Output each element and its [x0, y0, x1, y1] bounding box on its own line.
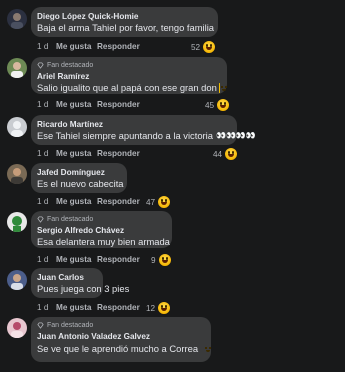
- avatar[interactable]: [7, 9, 27, 29]
- comment-bubble: Juan Carlos Pues juega con 3 pies: [31, 268, 130, 298]
- comment-text: Salio igualito que al papá con ese gran …: [37, 82, 227, 94]
- reaction-count-value: 45: [205, 100, 215, 110]
- reaction-count-value: 47: [146, 197, 156, 207]
- fan-badge: Fan destacado: [37, 215, 164, 224]
- avatar[interactable]: [7, 117, 27, 137]
- fan-badge-label: Fan destacado: [47, 62, 94, 69]
- laughing-emoji-icon: [157, 195, 172, 209]
- comment-bubble: Fan destacado Sergio Alfredo Chávez Esa …: [31, 211, 172, 248]
- comment-text: Pues juega con 3 pies: [37, 283, 130, 294]
- eyes-emoji-text: 👀👀👀👀: [215, 131, 256, 140]
- comment-bubble: Ricardo Martínez Ese Tahiel siempre apun…: [31, 115, 256, 145]
- reaction-count-value: 9: [151, 255, 156, 265]
- reply-button[interactable]: Responder: [97, 197, 140, 206]
- laughing-emoji-icon: [216, 98, 231, 112]
- reply-button[interactable]: Responder: [97, 303, 140, 312]
- like-button[interactable]: Me gusta: [56, 149, 97, 158]
- avatar[interactable]: [7, 212, 27, 232]
- comment-actions: 1 d Me gusta Responder: [37, 303, 140, 312]
- reaction-count[interactable]: 12: [146, 301, 172, 315]
- comment-time[interactable]: 1 d: [37, 303, 56, 312]
- laughing-emoji-icon: [157, 253, 172, 267]
- avatar[interactable]: [7, 164, 27, 184]
- comment-text-content: Ese Tahiel siempre apuntando a la victor…: [37, 130, 213, 141]
- laughing-emoji-icon: [224, 147, 239, 161]
- comment-text: Es el nuevo cabecita: [37, 178, 124, 189]
- comment-text: Baja el arma Tahiel por favor, tengo fam…: [37, 22, 215, 33]
- comment-bubble: Fan destacado Juan Antonio Valadez Galve…: [31, 317, 212, 362]
- reaction-count-value: 52: [191, 42, 201, 52]
- comment-actions: 1 d Me gusta Responder: [37, 100, 140, 109]
- comment-actions: 1 d Me gusta Responder: [37, 197, 140, 206]
- reaction-count[interactable]: 47: [146, 195, 172, 209]
- like-button[interactable]: Me gusta: [56, 255, 97, 264]
- fan-badge-label: Fan destacado: [47, 216, 94, 223]
- reply-button[interactable]: Responder: [97, 149, 140, 158]
- reaction-count-value: 12: [146, 303, 156, 313]
- like-button[interactable]: Me gusta: [56, 303, 97, 312]
- reaction-count[interactable]: 45: [205, 98, 231, 112]
- comment-actions: 1 d Me gusta Responder: [37, 42, 140, 51]
- commenter-name[interactable]: Ariel Ramírez: [37, 71, 219, 82]
- like-button[interactable]: Me gusta: [56, 197, 97, 206]
- laughing-emoji-icon: [157, 301, 172, 315]
- comment-text: Ese Tahiel siempre apuntando a la victor…: [37, 130, 256, 142]
- commenter-name[interactable]: Juan Antonio Valadez Galvez: [37, 331, 203, 342]
- avatar[interactable]: [7, 318, 27, 338]
- laughing-emoji-icon: [202, 40, 217, 54]
- comment-time[interactable]: 1 d: [37, 255, 56, 264]
- commenter-name[interactable]: Ricardo Martínez: [37, 119, 229, 130]
- diamond-icon: [37, 322, 44, 329]
- comment-text-content: Se ve que le aprendió mucho a Correa: [37, 343, 199, 354]
- comment-text: Esa delantera muy bien armada: [37, 236, 170, 247]
- fan-badge: Fan destacado: [37, 321, 203, 330]
- commenter-name[interactable]: Juan Carlos: [37, 272, 95, 283]
- fan-badge: Fan destacado: [37, 61, 219, 70]
- reply-button[interactable]: Responder: [97, 42, 140, 51]
- commenter-name[interactable]: Sergio Alfredo Chávez: [37, 225, 164, 236]
- avatar[interactable]: [7, 58, 27, 78]
- reply-button[interactable]: Responder: [97, 100, 140, 109]
- reaction-count[interactable]: 44: [213, 147, 239, 161]
- reaction-count[interactable]: 9: [151, 253, 172, 267]
- comment-text-content: Salio igualito que al papá con ese gran …: [37, 82, 217, 93]
- commenter-name[interactable]: Diego López Quick-Homie: [37, 11, 210, 22]
- like-button[interactable]: Me gusta: [56, 42, 97, 51]
- diamond-icon: [37, 62, 44, 69]
- reaction-count[interactable]: 52: [191, 40, 217, 54]
- comment-time[interactable]: 1 d: [37, 197, 56, 206]
- comment-actions: 1 d Me gusta Responder: [37, 149, 140, 158]
- diamond-icon: [37, 216, 44, 223]
- comment-bubble: Diego López Quick-Homie Baja el arma Tah…: [31, 7, 218, 37]
- like-button[interactable]: Me gusta: [56, 100, 97, 109]
- reply-button[interactable]: Responder: [97, 255, 140, 264]
- avatar[interactable]: [7, 270, 27, 290]
- comment-text: Se ve que le aprendió mucho a Correa: [37, 343, 212, 355]
- comment-actions: 1 d Me gusta Responder: [37, 255, 140, 264]
- reaction-count-value: 44: [213, 149, 223, 159]
- comment-time[interactable]: 1 d: [37, 42, 56, 51]
- comment-bubble: Fan destacado Ariel Ramírez Salio iguali…: [31, 57, 227, 94]
- comment-bubble: Jafed Domínguez Es el nuevo cabecita: [31, 163, 127, 193]
- fan-badge-label: Fan destacado: [47, 322, 94, 329]
- commenter-name[interactable]: Jafed Domínguez: [37, 167, 119, 178]
- comment-time[interactable]: 1 d: [37, 149, 56, 158]
- comment-time[interactable]: 1 d: [37, 100, 56, 109]
